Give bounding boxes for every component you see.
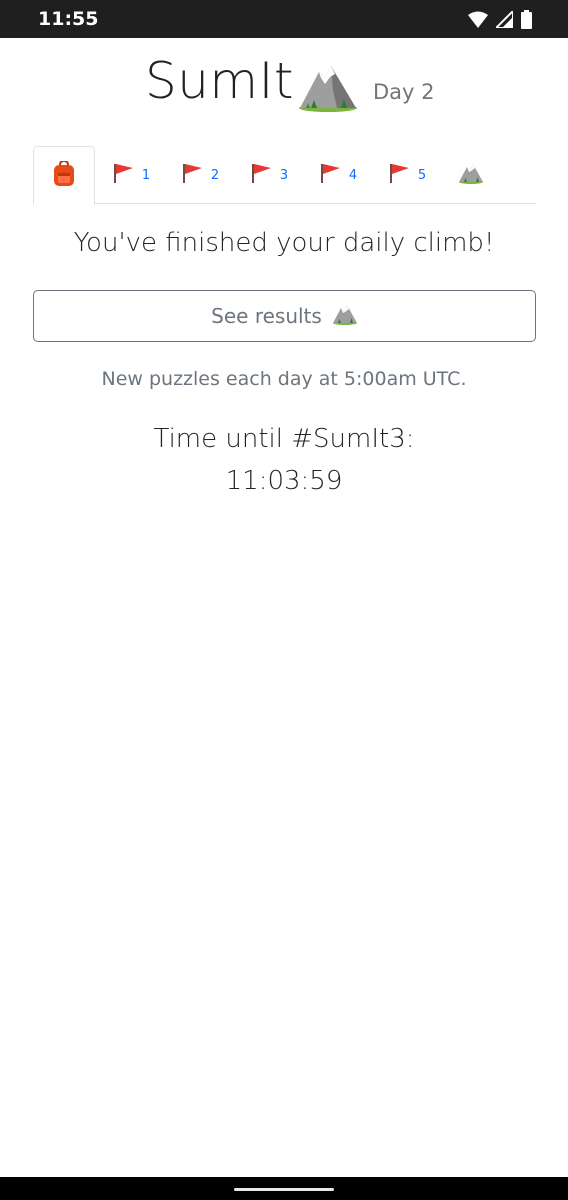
tab-label: 2 — [210, 167, 220, 183]
signal-icon — [493, 8, 514, 33]
countdown-timer: 11:03:59 — [225, 466, 343, 496]
mountain-icon — [458, 162, 484, 188]
see-results-button[interactable]: See results — [33, 290, 536, 342]
status-time: 11:55 — [38, 8, 99, 30]
results-button-label: See results — [211, 304, 322, 328]
red-flag-icon — [250, 163, 272, 187]
tab-puzzle-1[interactable]: 1 — [105, 146, 157, 204]
tab-puzzle-2[interactable]: 2 — [174, 146, 226, 204]
header: SumIt Day 2 — [0, 52, 568, 116]
tab-summit[interactable] — [451, 146, 491, 204]
tab-label: 3 — [279, 167, 289, 183]
status-bar: 11:55 — [0, 0, 568, 38]
red-flag-icon — [388, 163, 410, 187]
tab-puzzle-3[interactable]: 3 — [243, 146, 295, 204]
tab-puzzle-4[interactable]: 4 — [312, 146, 364, 204]
tab-label: 4 — [348, 167, 358, 183]
red-flag-icon — [319, 163, 341, 187]
countdown-label: Time until #SumIt3: — [153, 424, 415, 454]
system-nav-bar — [0, 1177, 568, 1200]
mountain-icon — [332, 303, 358, 330]
home-gesture-handle[interactable] — [234, 1188, 334, 1191]
red-flag-icon — [181, 163, 203, 187]
mountain-icon — [297, 60, 359, 117]
new-puzzles-info: New puzzles each day at 5:00am UTC. — [101, 368, 467, 390]
backpack-icon — [52, 159, 76, 191]
red-flag-icon — [112, 163, 134, 187]
finished-message: You've finished your daily climb! — [73, 228, 495, 258]
tab-backpack[interactable] — [33, 146, 95, 205]
wifi-icon — [468, 11, 488, 33]
battery-icon — [521, 10, 532, 34]
tab-label: 5 — [417, 167, 427, 183]
status-icons — [468, 8, 532, 34]
puzzle-tabs: 1 2 3 4 5 — [33, 146, 536, 205]
tab-puzzle-5[interactable]: 5 — [381, 146, 433, 204]
app-title: SumIt — [145, 52, 294, 110]
day-label: Day 2 — [373, 80, 435, 104]
tab-label: 1 — [141, 167, 151, 183]
